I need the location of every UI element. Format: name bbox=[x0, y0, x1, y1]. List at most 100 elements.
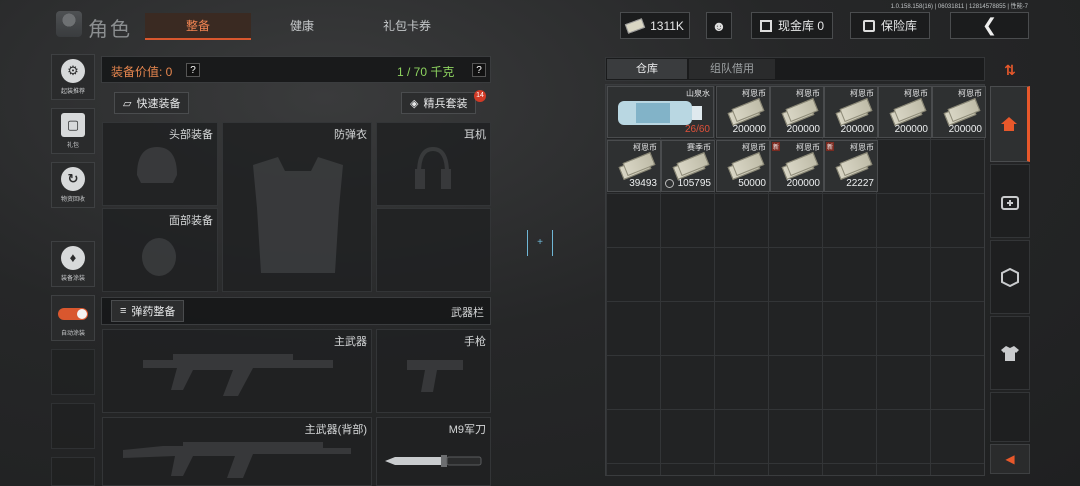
slot-label: 头部装备 bbox=[169, 129, 213, 141]
collapse-button[interactable]: ◀ bbox=[990, 444, 1030, 474]
recycle-icon: ↻ bbox=[61, 167, 85, 191]
elite-badge: 14 bbox=[474, 90, 486, 102]
inventory-item-cash[interactable]: 柯恩币 200000 bbox=[932, 86, 986, 138]
back-arrow-icon: ❮ bbox=[981, 15, 998, 35]
coin-icon bbox=[665, 179, 674, 188]
paint-icon: ♦ bbox=[61, 246, 85, 270]
currency-display[interactable]: 1311K bbox=[620, 12, 690, 39]
toggle-icon[interactable] bbox=[58, 308, 88, 320]
tab-warehouse[interactable]: 仓库 bbox=[607, 59, 687, 79]
slot-pistol[interactable]: 手枪 bbox=[376, 329, 491, 413]
quick-equip-label: 快速装备 bbox=[136, 98, 181, 110]
version-text: 1.0.158.158(16) | 06031811 | 12814578855… bbox=[890, 4, 1028, 10]
rail-auto-paint[interactable]: 自动涂装 bbox=[51, 295, 95, 341]
slot-headset[interactable]: 耳机 bbox=[376, 122, 491, 206]
collapse-arrow-icon: ◀ bbox=[1005, 452, 1015, 466]
cash-bundle-icon bbox=[779, 151, 819, 181]
shirt-icon bbox=[1001, 346, 1019, 361]
inventory-item-cash[interactable]: 柯恩币 39493 bbox=[607, 140, 661, 192]
value-help-icon[interactable]: ? bbox=[186, 63, 200, 77]
inventory-item-cash[interactable]: 柯恩币 200000 bbox=[878, 86, 932, 138]
headset-silhouette-icon bbox=[415, 146, 451, 189]
slot-label: 主武器(背部) bbox=[304, 424, 367, 436]
cash-bundle-icon bbox=[779, 97, 819, 127]
slot-face[interactable]: 面部装备 bbox=[102, 208, 218, 292]
cash-bundle-icon bbox=[725, 97, 765, 127]
inventory-item-season-coin[interactable]: 赛季币 105795 bbox=[661, 140, 715, 192]
medkit-icon bbox=[1001, 196, 1019, 210]
rail-label: 自动涂装 bbox=[60, 331, 85, 337]
rail-recommend-loadout[interactable]: ⚙ 起装推荐 bbox=[51, 54, 95, 100]
cash-bundle-icon bbox=[833, 151, 873, 181]
inventory-item-cash[interactable]: 柯恩币 200000 bbox=[770, 86, 824, 138]
shirt-icon: ▱ bbox=[123, 97, 132, 110]
inventory-item-water[interactable]: 山泉水 26/60 bbox=[607, 86, 714, 138]
inventory-item-cash[interactable]: 柯恩币 200000 bbox=[824, 86, 878, 138]
weight-help-icon[interactable]: ? bbox=[472, 63, 486, 77]
tab-team-borrow[interactable]: 组队借用 bbox=[689, 59, 775, 79]
cash-bundle-icon bbox=[725, 151, 765, 181]
safe-icon bbox=[862, 19, 875, 32]
tab-gift-cards[interactable]: 礼包卡券 bbox=[355, 13, 459, 40]
sort-icon: ⇅ bbox=[1004, 61, 1016, 78]
item-count: 200000 bbox=[894, 124, 928, 135]
item-count: 200000 bbox=[786, 178, 820, 189]
rail-medical[interactable] bbox=[990, 164, 1030, 238]
cash-vault-button[interactable]: 现金库 0 bbox=[751, 12, 833, 39]
slot-label: 耳机 bbox=[464, 129, 486, 141]
rifle-back-silhouette-icon bbox=[123, 442, 351, 478]
elite-kit-label: 精兵套装 bbox=[423, 98, 468, 110]
ammo-loadout-button[interactable]: ≡ 弹药整备 bbox=[111, 300, 185, 322]
page-title: 角色 bbox=[88, 19, 132, 41]
rail-label: 装备涂装 bbox=[60, 276, 85, 282]
inventory-item-cash[interactable]: 柯恩币 50000 bbox=[716, 140, 770, 192]
item-name: 柯恩币 bbox=[958, 89, 982, 98]
slot-helmet[interactable]: 头部装备 bbox=[102, 122, 218, 206]
inventory-item-cash[interactable]: 新 柯恩币 200000 bbox=[770, 140, 824, 192]
inventory-item-cash[interactable]: 新 柯恩币 22227 bbox=[824, 140, 878, 192]
rail-supplies[interactable] bbox=[990, 240, 1030, 314]
rail-home[interactable] bbox=[990, 86, 1030, 162]
quick-equip-button[interactable]: ▱ 快速装备 bbox=[114, 92, 190, 114]
cash-bundle-icon bbox=[887, 97, 927, 127]
item-name: 柯恩币 bbox=[742, 143, 766, 152]
avatar-button[interactable]: ☻ bbox=[706, 12, 732, 39]
item-count: 200000 bbox=[786, 124, 820, 135]
slot-label: 手枪 bbox=[464, 336, 486, 348]
tab-loadout[interactable]: 整备 bbox=[145, 13, 251, 40]
item-name: 柯恩币 bbox=[904, 89, 928, 98]
item-count: 39493 bbox=[629, 178, 657, 189]
item-name: 柯恩币 bbox=[850, 143, 874, 152]
cash-bundle-icon bbox=[616, 151, 656, 181]
ammo-icon: ≡ bbox=[120, 305, 127, 317]
item-name: 柯恩币 bbox=[850, 89, 874, 98]
cash-bundle-icon bbox=[941, 97, 981, 127]
slot-label: 防弹衣 bbox=[334, 129, 367, 141]
slot-primary-weapon[interactable]: 主武器 bbox=[102, 329, 372, 413]
ammo-loadout-label: 弹药整备 bbox=[131, 306, 176, 318]
slot-empty bbox=[376, 208, 491, 292]
back-button[interactable]: ❮ bbox=[950, 12, 1029, 39]
rail-paint[interactable]: ♦ 装备涂装 bbox=[51, 241, 95, 287]
rail-recycle[interactable]: ↻ 物资回收 bbox=[51, 162, 95, 208]
rail-gift[interactable]: ▢ 礼包 bbox=[51, 108, 95, 154]
item-count: 200000 bbox=[948, 124, 982, 135]
cash-bundle-icon bbox=[833, 97, 873, 127]
insurance-vault-button[interactable]: 保险库 bbox=[850, 12, 930, 39]
helmet-silhouette-icon bbox=[137, 147, 177, 183]
rail-label: 起装推荐 bbox=[60, 89, 85, 95]
slot-armor[interactable]: 防弹衣 bbox=[222, 122, 372, 292]
slot-knife[interactable]: M9军刀 bbox=[376, 417, 491, 486]
sort-button[interactable]: ⇅ bbox=[990, 56, 1030, 84]
rail-empty-slot bbox=[51, 457, 95, 486]
tab-health[interactable]: 健康 bbox=[252, 13, 352, 40]
rail-empty bbox=[990, 392, 1030, 442]
slot-label: M9军刀 bbox=[448, 424, 486, 436]
rail-empty-slot bbox=[51, 403, 95, 449]
inventory-item-cash[interactable]: 柯恩币 200000 bbox=[716, 86, 770, 138]
box-icon bbox=[1001, 267, 1019, 287]
elite-kit-button[interactable]: ◈ 精兵套装 bbox=[401, 92, 477, 114]
slot-primary-back[interactable]: 主武器(背部) bbox=[102, 417, 372, 486]
rail-clothing[interactable] bbox=[990, 316, 1030, 390]
equipment-value: 装备价值: 0 bbox=[111, 65, 173, 79]
